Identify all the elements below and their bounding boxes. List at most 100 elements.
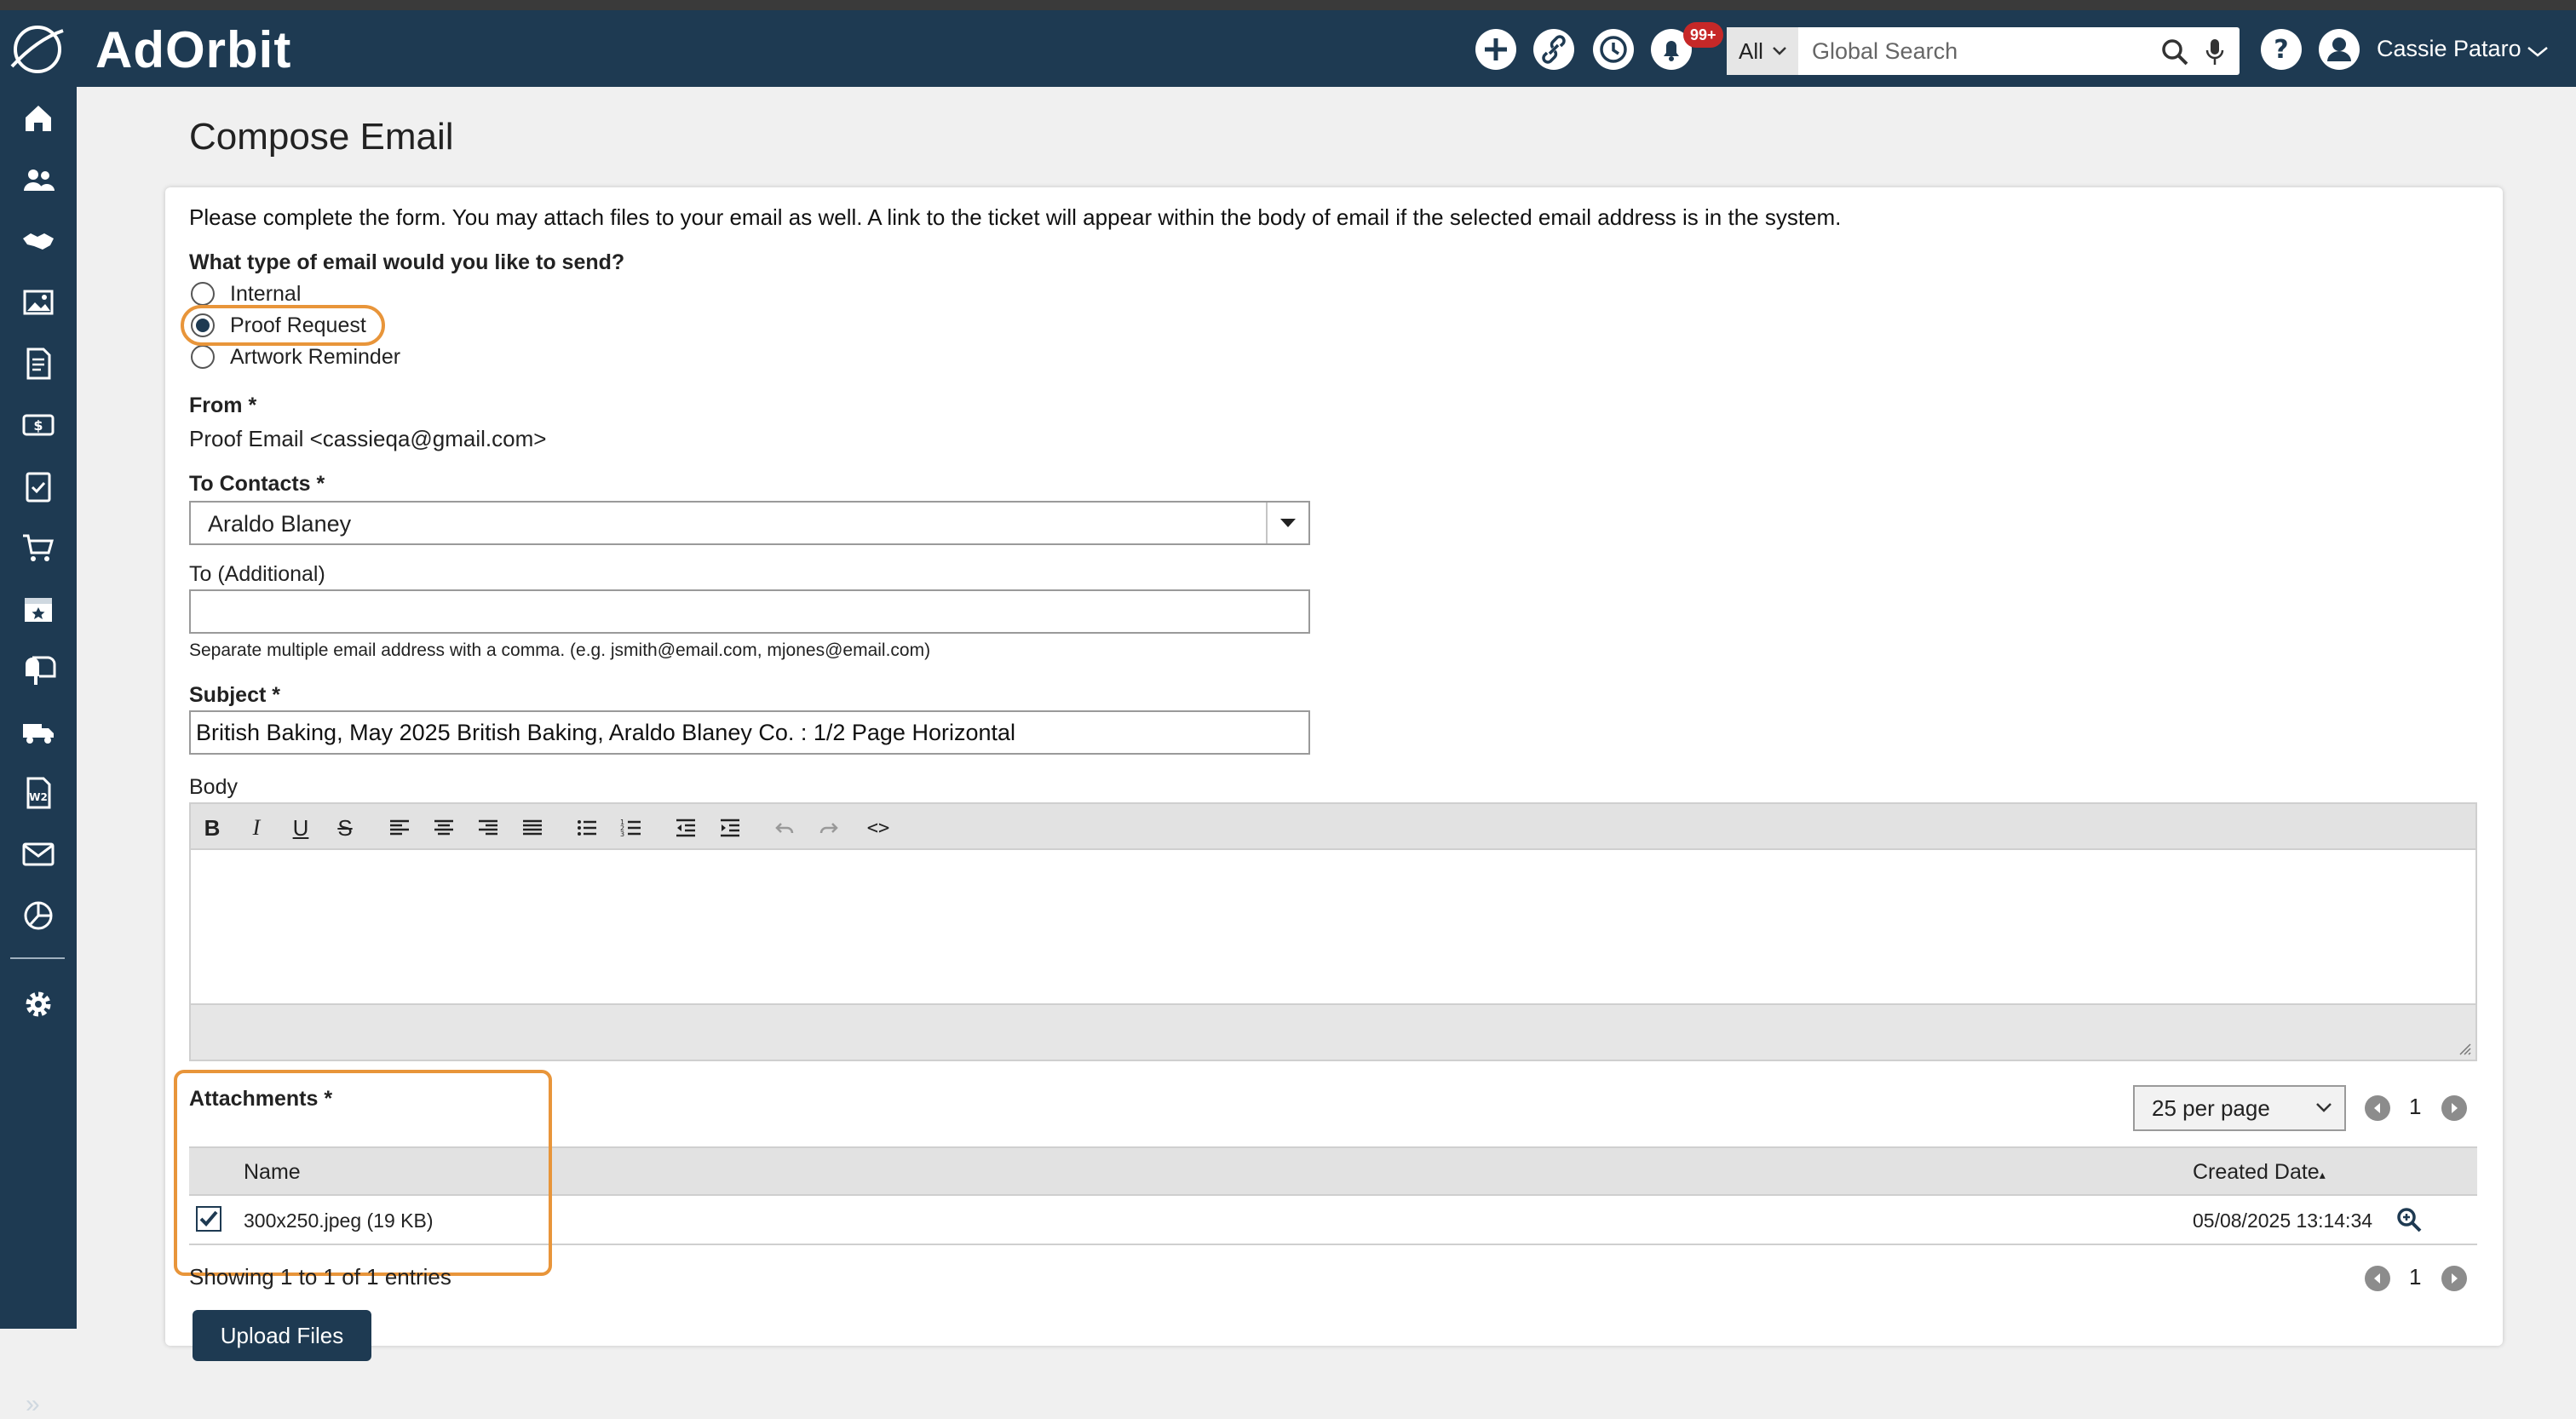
- italic-button[interactable]: I: [239, 811, 274, 845]
- radio-label: Artwork Reminder: [230, 344, 401, 369]
- radio-label: Internal: [230, 281, 302, 306]
- help-button[interactable]: ?: [2259, 27, 2303, 72]
- left-sidebar: $ W2 »: [0, 87, 77, 1418]
- prev-page-button-bottom[interactable]: [2365, 1266, 2390, 1291]
- bullet-list-button[interactable]: [569, 811, 605, 845]
- quick-links-button[interactable]: [1532, 27, 1576, 72]
- attachment-created-date: 05/08/2025 13:14:34: [2193, 1209, 2373, 1232]
- indent-button[interactable]: [712, 811, 748, 845]
- calendar-icon: [25, 598, 52, 622]
- sidebar-item-media[interactable]: [19, 283, 58, 322]
- sidebar-item-orders[interactable]: [19, 528, 58, 567]
- billing-icon: $: [22, 414, 55, 436]
- from-value: Proof Email <cassieqa@gmail.com>: [189, 426, 547, 451]
- highlight-annotation-proof-request: [181, 305, 385, 346]
- recent-history-button[interactable]: [1591, 27, 1636, 72]
- align-center-icon: [434, 819, 453, 836]
- to-contacts-label: To Contacts *: [189, 472, 325, 496]
- undo-icon: [775, 823, 794, 834]
- user-menu-chevron-icon[interactable]: [2527, 46, 2549, 58]
- sidebar-item-calendar[interactable]: [19, 589, 58, 629]
- radio-option-internal[interactable]: Internal: [191, 279, 301, 308]
- resize-grip-icon[interactable]: [2457, 1041, 2472, 1056]
- strikethrough-button[interactable]: S: [327, 811, 363, 845]
- radio-button[interactable]: [191, 345, 215, 369]
- form-instructions: Please complete the form. You may attach…: [189, 204, 1842, 230]
- chevron-right-icon: [2452, 1273, 2458, 1284]
- sidebar-item-tasks[interactable]: [19, 467, 58, 506]
- app-logo-text: AdOrbit: [95, 20, 292, 78]
- to-contacts-select[interactable]: Araldo Blaney: [189, 501, 1310, 545]
- underline-button[interactable]: U: [283, 811, 319, 845]
- numbered-list-button[interactable]: 123: [613, 811, 649, 845]
- sidebar-item-mail-campaigns[interactable]: [19, 651, 58, 690]
- search-scope-select[interactable]: All: [1727, 27, 1798, 75]
- upload-files-button[interactable]: Upload Files: [193, 1310, 371, 1361]
- bold-button[interactable]: B: [194, 811, 230, 845]
- compose-email-form: Please complete the form. You may attach…: [165, 187, 2503, 1361]
- highlight-annotation-attachments: [174, 1070, 552, 1276]
- bullet-list-icon: [578, 820, 596, 836]
- sidebar-item-tax-forms[interactable]: W2: [19, 773, 58, 813]
- microphone-icon[interactable]: [2205, 37, 2225, 66]
- next-page-button[interactable]: [2441, 1095, 2467, 1121]
- sidebar-item-email[interactable]: [19, 835, 58, 874]
- orbit-logo-icon: [10, 26, 64, 73]
- next-page-button-bottom[interactable]: [2441, 1266, 2467, 1291]
- radio-button[interactable]: [191, 282, 215, 306]
- sidebar-item-billing[interactable]: $: [19, 405, 58, 445]
- subject-input[interactable]: [189, 710, 1310, 755]
- link-icon: [1533, 29, 1574, 70]
- app-logo[interactable]: AdOrbit: [7, 20, 292, 78]
- home-icon: [26, 106, 51, 131]
- page-title: Compose Email: [189, 116, 454, 158]
- align-left-button[interactable]: [382, 811, 417, 845]
- radio-option-artwork-reminder[interactable]: Artwork Reminder: [191, 342, 400, 371]
- global-search-input[interactable]: [1810, 34, 2151, 68]
- chevron-down-icon: [1773, 47, 1786, 55]
- to-additional-input[interactable]: [189, 589, 1310, 634]
- current-page-number: 1: [2409, 1094, 2422, 1119]
- column-header-created-date[interactable]: Created Date▴: [2193, 1160, 2326, 1185]
- email-type-question: What type of email would you like to sen…: [189, 250, 625, 274]
- outdent-button[interactable]: [668, 811, 704, 845]
- body-rich-text-editor: B I U S 123 <>: [189, 802, 2477, 1061]
- sidebar-item-settings[interactable]: [19, 985, 58, 1024]
- chevron-left-icon: [2374, 1273, 2380, 1284]
- source-code-button[interactable]: <>: [860, 811, 896, 845]
- search-icon[interactable]: [2160, 37, 2189, 66]
- dropdown-toggle[interactable]: [1266, 503, 1308, 543]
- numbered-list-icon: 123: [620, 819, 641, 838]
- per-page-select[interactable]: 25 per page: [2133, 1085, 2346, 1131]
- sidebar-collapse-toggle[interactable]: »: [26, 1390, 40, 1419]
- align-justify-button[interactable]: [515, 811, 550, 845]
- user-avatar[interactable]: [2317, 27, 2361, 72]
- contacts-icon: [24, 169, 55, 191]
- align-right-icon: [479, 819, 497, 836]
- sidebar-item-reports[interactable]: [19, 896, 58, 935]
- align-center-button[interactable]: [426, 811, 462, 845]
- search-scope-value: All: [1739, 37, 1763, 64]
- email-icon: [22, 842, 55, 866]
- chevron-left-icon: [2374, 1103, 2380, 1113]
- chevron-right-icon: [2452, 1103, 2458, 1113]
- body-label: Body: [189, 775, 238, 799]
- add-button[interactable]: [1474, 27, 1518, 72]
- prev-page-button[interactable]: [2365, 1095, 2390, 1121]
- undo-button[interactable]: [767, 811, 802, 845]
- sidebar-item-contacts[interactable]: [19, 160, 58, 199]
- sidebar-item-deals[interactable]: [19, 221, 58, 261]
- zoom-preview-icon[interactable]: [2395, 1206, 2423, 1233]
- align-justify-icon: [523, 819, 542, 836]
- editor-toolbar: B I U S 123 <>: [191, 804, 2475, 850]
- column-header-created-date-label: Created Date: [2193, 1160, 2320, 1184]
- user-name[interactable]: Cassie Pataro: [2377, 36, 2521, 62]
- body-editor-area[interactable]: [191, 850, 2475, 1003]
- sidebar-item-invoices[interactable]: [19, 344, 58, 383]
- editor-status-bar: [191, 1003, 2475, 1060]
- redo-button[interactable]: [811, 811, 847, 845]
- sidebar-item-delivery[interactable]: [19, 712, 58, 751]
- redo-icon: [819, 823, 838, 834]
- sidebar-item-home[interactable]: [19, 99, 58, 138]
- align-right-button[interactable]: [470, 811, 506, 845]
